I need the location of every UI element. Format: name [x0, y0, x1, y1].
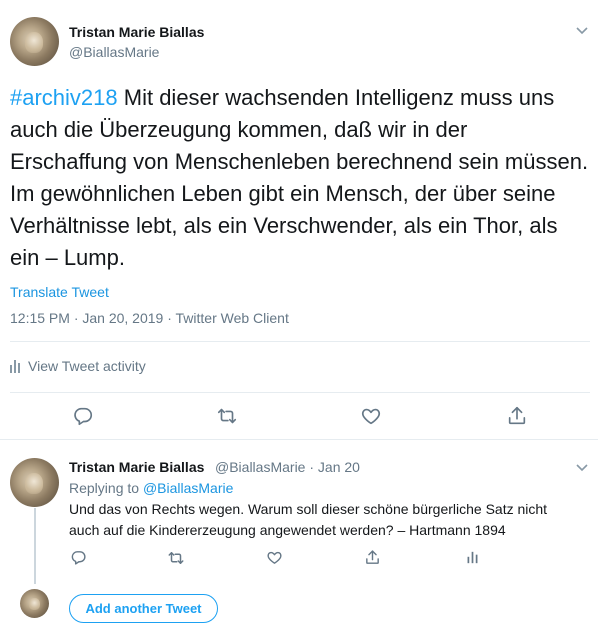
tweet-body: Mit dieser wachsenden Intelligenz muss u… — [10, 85, 589, 270]
reply-icon[interactable] — [70, 549, 87, 566]
avatar[interactable] — [10, 17, 59, 66]
avatar — [20, 589, 49, 618]
tweet-timestamp[interactable]: 12:15 PM · Jan 20, 2019 · Twitter Web Cl… — [10, 310, 289, 326]
author-handle[interactable]: @BiallasMarie — [69, 44, 159, 60]
add-another-tweet-button[interactable]: Add another Tweet — [69, 594, 218, 623]
thread-line — [34, 508, 36, 584]
share-icon[interactable] — [364, 549, 381, 566]
reply-author-handle-date[interactable]: @BiallasMarie · Jan 20 — [215, 459, 360, 475]
divider — [10, 392, 590, 393]
retweet-icon[interactable] — [216, 405, 238, 427]
reply-icon[interactable] — [72, 405, 94, 427]
reply-text: Und das von Rechts wegen. Warum soll die… — [69, 501, 548, 538]
retweet-icon[interactable] — [167, 549, 185, 567]
tweet-text: #archiv218 Mit dieser wachsenden Intelli… — [10, 82, 590, 274]
reply-author-display-name[interactable]: Tristan Marie Biallas — [69, 459, 204, 475]
chevron-down-icon[interactable] — [574, 24, 590, 36]
like-icon[interactable] — [266, 549, 283, 566]
divider — [0, 439, 598, 440]
divider — [10, 341, 590, 342]
replying-to-handle[interactable]: @BiallasMarie — [143, 480, 233, 496]
translate-tweet-link[interactable]: Translate Tweet — [10, 284, 109, 300]
analytics-icon[interactable] — [464, 549, 481, 566]
analytics-icon — [10, 359, 20, 373]
view-tweet-activity[interactable]: View Tweet activity — [10, 358, 146, 374]
replying-to: Replying to @BiallasMarie — [69, 480, 233, 496]
author-display-name[interactable]: Tristan Marie Biallas — [69, 24, 204, 40]
activity-label: View Tweet activity — [28, 358, 146, 374]
replying-to-label: Replying to — [69, 480, 143, 496]
hashtag-link[interactable]: #archiv218 — [10, 85, 118, 110]
like-icon[interactable] — [360, 405, 382, 427]
share-icon[interactable] — [506, 405, 528, 427]
chevron-down-icon[interactable] — [574, 461, 590, 473]
avatar[interactable] — [10, 458, 59, 507]
